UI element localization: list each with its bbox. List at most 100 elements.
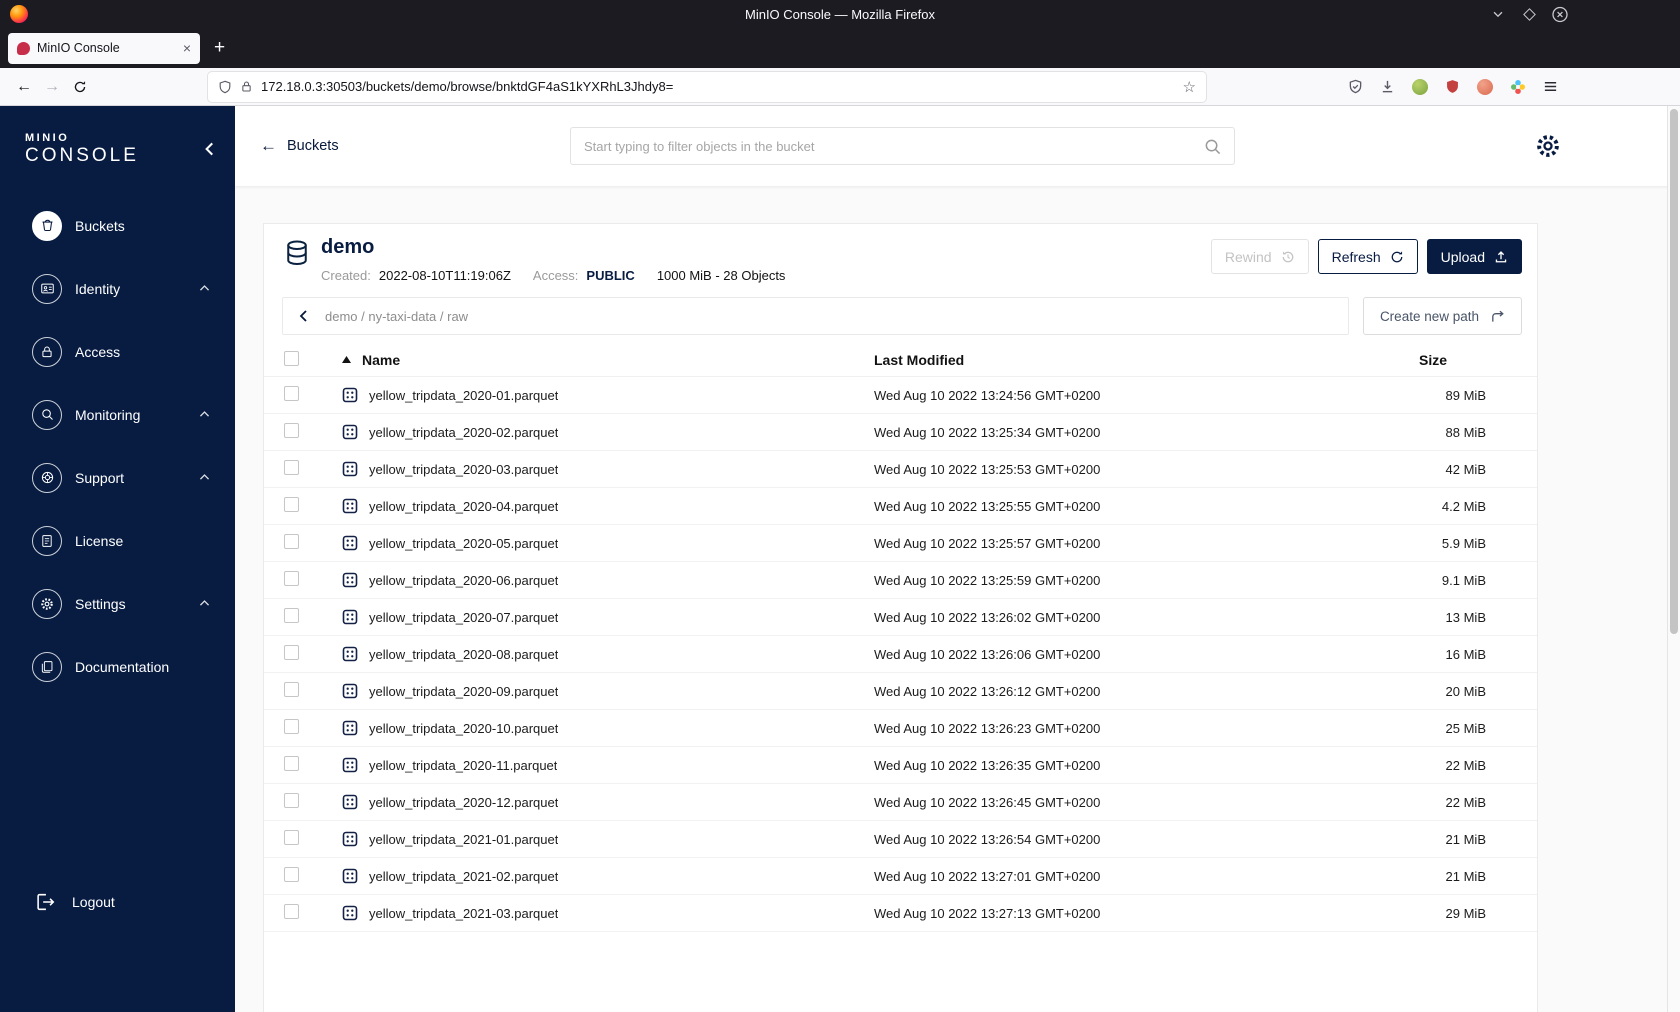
sort-ascending-icon[interactable] [342, 356, 351, 363]
object-name[interactable]: yellow_tripdata_2021-02.parquet [369, 869, 558, 884]
browser-tab[interactable]: MinIO Console × [8, 32, 200, 64]
forward-button[interactable]: → [38, 78, 66, 96]
ublock-shield-icon[interactable] [1445, 79, 1460, 94]
object-name[interactable]: yellow_tripdata_2020-05.parquet [369, 536, 558, 551]
sidebar-item-documentation[interactable]: Documentation [0, 635, 235, 698]
column-header-size[interactable]: Size [1419, 352, 1522, 368]
chevron-up-icon[interactable] [198, 282, 211, 295]
table-row[interactable]: yellow_tripdata_2020-07.parquet Wed Aug … [264, 599, 1537, 636]
chevron-up-icon[interactable] [198, 597, 211, 610]
app-menu-icon[interactable] [1543, 79, 1558, 94]
object-name[interactable]: yellow_tripdata_2020-10.parquet [369, 721, 558, 736]
object-name[interactable]: yellow_tripdata_2020-01.parquet [369, 388, 558, 403]
table-row[interactable]: yellow_tripdata_2020-03.parquet Wed Aug … [264, 451, 1537, 488]
row-checkbox[interactable] [284, 793, 299, 808]
access-value[interactable]: PUBLIC [586, 268, 634, 283]
row-checkbox[interactable] [284, 682, 299, 697]
row-checkbox[interactable] [284, 460, 299, 475]
table-row[interactable]: yellow_tripdata_2021-03.parquet Wed Aug … [264, 895, 1537, 932]
refresh-button[interactable]: Refresh [1317, 239, 1418, 274]
row-checkbox[interactable] [284, 830, 299, 845]
upload-button[interactable]: Upload [1426, 239, 1522, 274]
row-checkbox[interactable] [284, 497, 299, 512]
table-row[interactable]: yellow_tripdata_2021-02.parquet Wed Aug … [264, 858, 1537, 895]
sidebar-item-license[interactable]: License [0, 509, 235, 572]
table-row[interactable]: yellow_tripdata_2020-05.parquet Wed Aug … [264, 525, 1537, 562]
bookmark-star-icon[interactable]: ☆ [1183, 78, 1196, 96]
create-new-path-button[interactable]: Create new path [1362, 297, 1522, 335]
row-checkbox[interactable] [284, 867, 299, 882]
containers-pinwheel-icon[interactable] [1510, 79, 1526, 95]
sidebar-item-monitoring[interactable]: Monitoring [0, 383, 235, 446]
object-name[interactable]: yellow_tripdata_2020-03.parquet [369, 462, 558, 477]
sidebar-item-access[interactable]: Access [0, 320, 235, 383]
object-name[interactable]: yellow_tripdata_2020-11.parquet [369, 758, 557, 773]
sidebar-item-buckets[interactable]: Buckets [0, 194, 235, 257]
sidebar-collapse-icon[interactable] [201, 140, 219, 158]
parquet-file-icon [342, 720, 358, 736]
window-minimize-icon[interactable] [1490, 6, 1506, 22]
object-name[interactable]: yellow_tripdata_2020-08.parquet [369, 647, 558, 662]
path-back-chevron-icon[interactable] [283, 298, 325, 334]
back-to-buckets-link[interactable]: ← Buckets [260, 106, 339, 186]
scrollbar-thumb[interactable] [1670, 109, 1678, 634]
table-row[interactable]: yellow_tripdata_2020-12.parquet Wed Aug … [264, 784, 1537, 821]
object-name[interactable]: yellow_tripdata_2020-06.parquet [369, 573, 558, 588]
console-settings-gear-icon[interactable] [1534, 132, 1562, 160]
rewind-icon [1281, 250, 1295, 264]
downloads-icon[interactable] [1380, 79, 1395, 94]
select-all-checkbox[interactable] [284, 350, 299, 366]
column-header-modified[interactable]: Last Modified [874, 352, 1419, 368]
row-checkbox[interactable] [284, 534, 299, 549]
sidebar-item-settings[interactable]: Settings [0, 572, 235, 635]
column-header-name[interactable]: Name [362, 352, 400, 368]
window-maximize-icon[interactable] [1521, 6, 1537, 22]
path-breadcrumb-text[interactable]: demo / ny-taxi-data / raw [325, 309, 468, 324]
table-row[interactable]: yellow_tripdata_2020-11.parquet Wed Aug … [264, 747, 1537, 784]
table-row[interactable]: yellow_tripdata_2020-08.parquet Wed Aug … [264, 636, 1537, 673]
window-close-icon[interactable] [1552, 6, 1568, 22]
row-checkbox[interactable] [284, 756, 299, 771]
table-row[interactable]: yellow_tripdata_2020-06.parquet Wed Aug … [264, 562, 1537, 599]
extension-green-circle-icon[interactable] [1412, 78, 1428, 95]
object-name[interactable]: yellow_tripdata_2021-03.parquet [369, 906, 558, 921]
row-checkbox[interactable] [284, 645, 299, 660]
parquet-file-icon [342, 646, 358, 662]
lock-icon[interactable] [240, 80, 253, 93]
tab-close-icon[interactable]: × [183, 41, 191, 55]
chevron-up-icon[interactable] [198, 471, 211, 484]
table-row[interactable]: yellow_tripdata_2020-01.parquet Wed Aug … [264, 377, 1537, 414]
page-scrollbar[interactable] [1667, 106, 1680, 1012]
search-input[interactable] [584, 138, 1204, 154]
row-checkbox[interactable] [284, 386, 299, 401]
object-name[interactable]: yellow_tripdata_2020-04.parquet [369, 499, 558, 514]
chevron-up-icon[interactable] [198, 408, 211, 421]
table-row[interactable]: yellow_tripdata_2020-09.parquet Wed Aug … [264, 673, 1537, 710]
account-avatar-icon[interactable] [1477, 78, 1493, 95]
rewind-button[interactable]: Rewind [1210, 239, 1309, 274]
sidebar-item-logout[interactable]: Logout [0, 882, 235, 922]
object-name[interactable]: yellow_tripdata_2021-01.parquet [369, 832, 558, 847]
table-row[interactable]: yellow_tripdata_2020-04.parquet Wed Aug … [264, 488, 1537, 525]
row-checkbox[interactable] [284, 423, 299, 438]
url-text[interactable]: 172.18.0.3:30503/buckets/demo/browse/bnk… [261, 79, 1175, 94]
row-checkbox[interactable] [284, 904, 299, 919]
table-row[interactable]: yellow_tripdata_2021-01.parquet Wed Aug … [264, 821, 1537, 858]
extension-shield-icon[interactable] [1348, 79, 1363, 94]
table-row[interactable]: yellow_tripdata_2020-02.parquet Wed Aug … [264, 414, 1537, 451]
sidebar-item-identity[interactable]: Identity [0, 257, 235, 320]
url-bar[interactable]: 172.18.0.3:30503/buckets/demo/browse/bnk… [208, 71, 1206, 102]
row-checkbox[interactable] [284, 608, 299, 623]
table-row[interactable]: yellow_tripdata_2020-10.parquet Wed Aug … [264, 710, 1537, 747]
object-name[interactable]: yellow_tripdata_2020-12.parquet [369, 795, 558, 810]
object-name[interactable]: yellow_tripdata_2020-02.parquet [369, 425, 558, 440]
object-name[interactable]: yellow_tripdata_2020-07.parquet [369, 610, 558, 625]
object-name[interactable]: yellow_tripdata_2020-09.parquet [369, 684, 558, 699]
sidebar-item-support[interactable]: Support [0, 446, 235, 509]
tracking-shield-icon[interactable] [218, 80, 232, 94]
reload-button[interactable] [66, 80, 94, 94]
row-checkbox[interactable] [284, 571, 299, 586]
new-tab-button[interactable]: + [214, 37, 225, 59]
row-checkbox[interactable] [284, 719, 299, 734]
back-button[interactable]: ← [10, 78, 38, 96]
